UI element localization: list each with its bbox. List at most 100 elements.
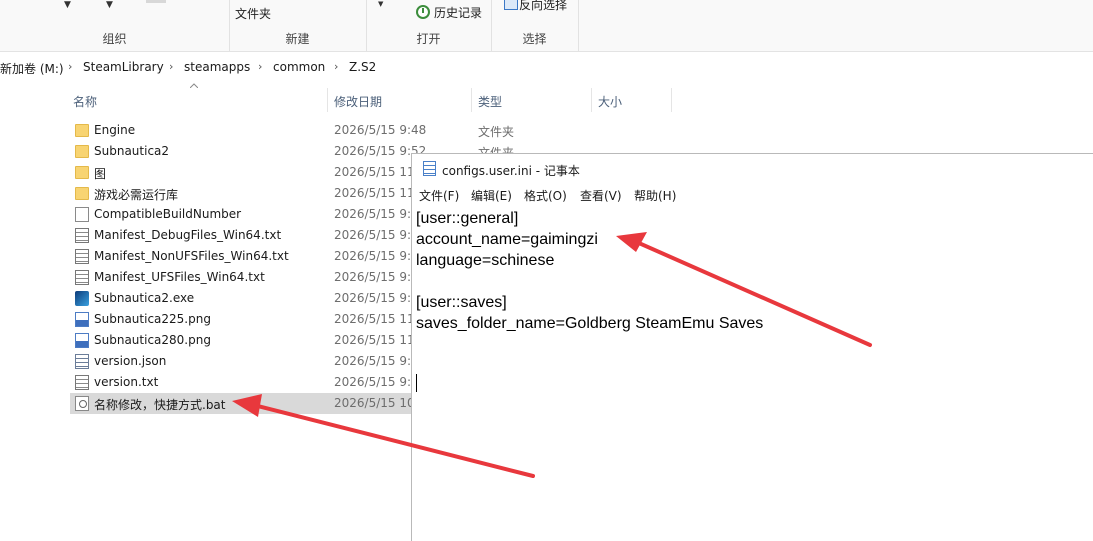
column-divider[interactable] <box>591 88 592 112</box>
menu-view[interactable]: 查看(V) <box>580 187 622 204</box>
ribbon-group-organize: ▼ ▼ 组织 <box>0 0 230 51</box>
folder-icon <box>75 166 89 179</box>
file-date: 2026/5/15 9:3 <box>334 375 419 389</box>
chevron-right-icon[interactable]: › <box>258 60 262 73</box>
file-date: 2026/5/15 9:1 <box>334 270 419 284</box>
text-line: account_name=gaimingzi <box>416 231 598 248</box>
text-line: saves_folder_name=Goldberg SteamEmu Save… <box>416 315 764 332</box>
invert-selection-icon <box>504 0 518 10</box>
file-name: Subnautica225.png <box>94 312 211 326</box>
file-row-subnautica280-png[interactable]: Subnautica280.png 2026/5/15 11 <box>70 330 415 351</box>
ribbon-group-label: 组织 <box>102 32 127 46</box>
menu-file[interactable]: 文件(F) <box>419 187 459 204</box>
text-line <box>416 271 763 292</box>
column-header-name[interactable]: 名称 <box>73 93 97 110</box>
sort-up-icon <box>190 83 198 88</box>
file-date: 2026/5/15 11 <box>334 186 415 200</box>
column-header-type[interactable]: 类型 <box>478 93 502 110</box>
text-file-icon <box>75 249 89 264</box>
history-icon <box>416 5 430 19</box>
notepad-text-area[interactable]: [user::general] account_name=gaimingzi l… <box>416 208 763 334</box>
file-icon <box>75 207 89 222</box>
column-header-size[interactable]: 大小 <box>598 93 622 110</box>
png-file-icon <box>75 312 89 327</box>
ribbon-group-open: ▼ 历史记录 打开 <box>366 0 492 51</box>
chevron-down-icon[interactable]: ▼ <box>106 0 113 10</box>
file-row-subnautica2[interactable]: Subnautica2 2026/5/15 9:52 文件夹 <box>70 141 514 162</box>
notepad-titlebar[interactable]: configs.user.ini - 记事本 <box>412 154 1093 184</box>
invert-selection-button[interactable]: 反向选择 <box>519 0 567 13</box>
file-row-version-json[interactable]: version.json 2026/5/15 9:3 <box>70 351 419 372</box>
chevron-down-icon[interactable]: ▼ <box>378 0 383 8</box>
ribbon-icon-stub <box>146 0 166 3</box>
folder-icon <box>75 187 89 200</box>
ribbon-group-label: 新建 <box>285 32 310 46</box>
text-caret <box>416 374 417 392</box>
chevron-right-icon[interactable]: › <box>169 60 173 73</box>
folder-icon <box>75 145 89 158</box>
chevron-right-icon[interactable]: › <box>334 60 338 73</box>
breadcrumb-steamlibrary[interactable]: SteamLibrary <box>83 60 164 74</box>
file-row-tu[interactable]: 图 2026/5/15 11 <box>70 162 415 183</box>
breadcrumb-common[interactable]: common <box>273 60 325 74</box>
file-name: Subnautica280.png <box>94 333 211 347</box>
bat-file-icon <box>75 396 89 411</box>
column-divider[interactable] <box>471 88 472 112</box>
text-file-icon <box>75 375 89 390</box>
file-name: Subnautica2 <box>94 144 170 158</box>
file-date: 2026/5/15 9:48 <box>334 123 427 137</box>
breadcrumb-current-folder[interactable]: Z.S2 <box>349 60 376 74</box>
notepad-window[interactable]: configs.user.ini - 记事本 文件(F) 编辑(E) 格式(O)… <box>411 153 1093 541</box>
menu-format[interactable]: 格式(O) <box>524 187 567 204</box>
file-date: 2026/5/15 9:1 <box>334 249 419 263</box>
file-name: 图 <box>94 167 107 181</box>
menu-help[interactable]: 帮助(H) <box>634 187 676 204</box>
file-row-rename-bat[interactable]: 名称修改，快捷方式.bat 2026/5/15 10 <box>70 393 415 414</box>
chevron-right-icon[interactable]: › <box>68 60 72 73</box>
column-header-modified[interactable]: 修改日期 <box>334 93 382 110</box>
menu-edit[interactable]: 编辑(E) <box>471 187 512 204</box>
file-row-subnautica2-exe[interactable]: Subnautica2.exe 2026/5/15 9:1 <box>70 288 419 309</box>
notepad-icon <box>423 161 436 176</box>
file-date: 2026/5/15 9:4 <box>334 207 419 221</box>
column-divider[interactable] <box>327 88 328 112</box>
file-row-manifest-ufs[interactable]: Manifest_UFSFiles_Win64.txt 2026/5/15 9:… <box>70 267 419 288</box>
file-date: 2026/5/15 9:3 <box>334 354 419 368</box>
file-name: 游戏必需运行库 <box>94 188 179 202</box>
exe-icon <box>75 291 89 306</box>
ribbon-group-new: 文件夹 新建 <box>229 0 367 51</box>
file-date: 2026/5/15 9:1 <box>334 291 419 305</box>
breadcrumb-drive[interactable]: 新加卷 (M:) <box>0 60 64 77</box>
file-date: 2026/5/15 9:1 <box>334 228 419 242</box>
column-divider[interactable] <box>671 88 672 112</box>
chevron-down-icon[interactable]: ▼ <box>64 0 71 10</box>
file-row-manifest-nonufs[interactable]: Manifest_NonUFSFiles_Win64.txt 2026/5/15… <box>70 246 419 267</box>
ribbon-group-select: 反向选择 选择 <box>491 0 579 51</box>
file-date: 2026/5/15 10 <box>334 396 415 410</box>
file-row-runtime-libs[interactable]: 游戏必需运行库 2026/5/15 11 <box>70 183 415 204</box>
file-row-version-txt[interactable]: version.txt 2026/5/15 9:3 <box>70 372 419 393</box>
new-folder-button[interactable]: 文件夹 <box>235 5 271 22</box>
file-row-compatiblebuildnumber[interactable]: CompatibleBuildNumber 2026/5/15 9:4 <box>70 204 419 225</box>
notepad-title: configs.user.ini - 记事本 <box>442 164 580 178</box>
file-name: Subnautica2.exe <box>94 291 195 305</box>
file-name: Manifest_UFSFiles_Win64.txt <box>94 270 265 284</box>
file-row-manifest-debug[interactable]: Manifest_DebugFiles_Win64.txt 2026/5/15 … <box>70 225 419 246</box>
text-file-icon <box>75 270 89 285</box>
file-name: version.json <box>94 354 167 368</box>
breadcrumb-steamapps[interactable]: steamapps <box>184 60 250 74</box>
file-row-subnautica225-png[interactable]: Subnautica225.png 2026/5/15 11 <box>70 309 415 330</box>
history-button[interactable]: 历史记录 <box>434 4 482 21</box>
folder-icon <box>75 124 89 137</box>
file-date: 2026/5/15 11 <box>334 333 415 347</box>
file-date: 2026/5/15 11 <box>334 312 415 326</box>
file-name: Engine <box>94 123 136 137</box>
file-date: 2026/5/15 11 <box>334 165 415 179</box>
ribbon-group-label: 选择 <box>522 32 547 46</box>
ribbon: ▼ ▼ 组织 文件夹 新建 ▼ 历史记录 打开 反向选择 选择 <box>0 0 1093 52</box>
file-row-engine[interactable]: Engine 2026/5/15 9:48 文件夹 <box>70 120 514 141</box>
ribbon-group-label: 打开 <box>416 32 441 46</box>
file-name: Manifest_NonUFSFiles_Win64.txt <box>94 249 289 263</box>
file-type: 文件夹 <box>478 125 515 139</box>
address-bar[interactable]: 新加卷 (M:) › SteamLibrary › steamapps › co… <box>0 57 1093 79</box>
